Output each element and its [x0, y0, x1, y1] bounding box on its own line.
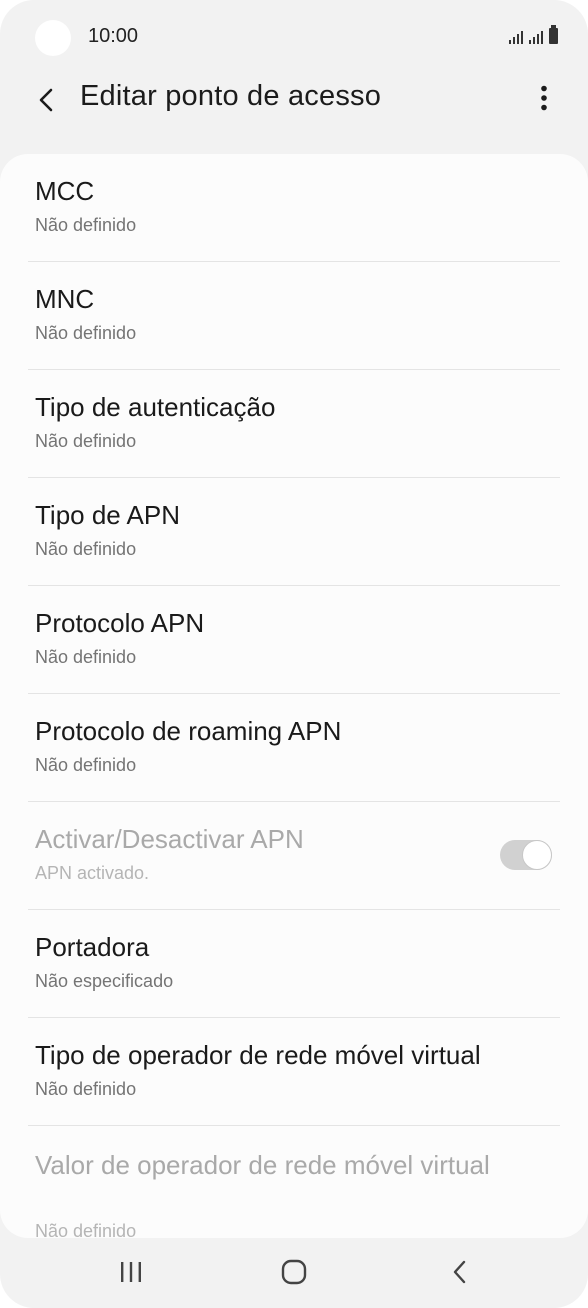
status-time: 10:00	[88, 25, 139, 47]
app-bar: Editar ponto de acesso	[0, 74, 588, 148]
back-nav-button[interactable]	[430, 1252, 490, 1292]
setting-value: Não definido	[35, 431, 137, 451]
setting-value: Não definido	[35, 1079, 137, 1099]
page-title: Editar ponto de acesso	[80, 80, 382, 112]
setting-title: Tipo de autenticação	[35, 392, 276, 422]
status-bar: 10:00	[0, 0, 588, 74]
setting-title: Portadora	[35, 932, 150, 962]
home-icon	[281, 1259, 307, 1285]
setting-title: Tipo de APN	[35, 500, 181, 530]
setting-mcc[interactable]: MCC Não definido	[28, 154, 560, 262]
toggle-knob	[522, 840, 552, 870]
setting-bearer[interactable]: Portadora Não especificado	[28, 910, 560, 1018]
chevron-left-icon	[39, 88, 53, 112]
setting-value: Não definido	[35, 215, 137, 235]
setting-mnc[interactable]: MNC Não definido	[28, 262, 560, 370]
more-vertical-icon	[541, 85, 547, 111]
setting-value: Não definido	[35, 323, 137, 343]
battery-icon	[549, 25, 558, 44]
setting-apn-type[interactable]: Tipo de APN Não definido	[28, 478, 560, 586]
setting-auth-type[interactable]: Tipo de autenticação Não definido	[28, 370, 560, 478]
setting-apn-roaming-protocol[interactable]: Protocolo de roaming APN Não definido	[28, 694, 560, 802]
home-button[interactable]	[264, 1252, 324, 1292]
setting-title: Valor de operador de rede móvel virtual	[35, 1150, 490, 1180]
recents-icon	[121, 1262, 141, 1282]
more-options-button[interactable]	[524, 76, 564, 120]
setting-value: Não definido	[35, 1221, 137, 1238]
setting-title: MCC	[35, 176, 95, 206]
apn-enable-toggle	[500, 840, 552, 870]
setting-apn-enable: Activar/Desactivar APN APN activado.	[28, 802, 560, 910]
status-icons	[509, 25, 558, 44]
setting-apn-protocol[interactable]: Protocolo APN Não definido	[28, 586, 560, 694]
setting-title: Activar/Desactivar APN	[35, 824, 304, 854]
camera-cutout	[35, 20, 71, 56]
setting-value: Não definido	[35, 647, 137, 667]
setting-value: APN activado.	[35, 863, 150, 883]
setting-value: Não definido	[35, 539, 137, 559]
back-button[interactable]	[24, 78, 68, 122]
setting-mvno-value: Valor de operador de rede móvel virtual …	[28, 1126, 560, 1238]
setting-value: Não definido	[35, 755, 137, 775]
back-icon	[453, 1260, 466, 1284]
setting-title: Tipo de operador de rede móvel virtual	[35, 1040, 481, 1070]
navigation-bar	[0, 1238, 588, 1308]
setting-title: Protocolo de roaming APN	[35, 716, 342, 746]
setting-title: MNC	[35, 284, 95, 314]
setting-mvno-type[interactable]: Tipo de operador de rede móvel virtual N…	[28, 1018, 560, 1126]
setting-title: Protocolo APN	[35, 608, 205, 638]
phone-screen: 10:00 Editar ponto de acesso MCC Não def…	[0, 0, 588, 1308]
settings-list: MCC Não definido MNC Não definido Tipo d…	[0, 154, 588, 1238]
signal-icon	[529, 28, 543, 44]
setting-value: Não especificado	[35, 971, 174, 991]
recents-button[interactable]	[101, 1252, 161, 1292]
signal-icon	[509, 28, 523, 44]
